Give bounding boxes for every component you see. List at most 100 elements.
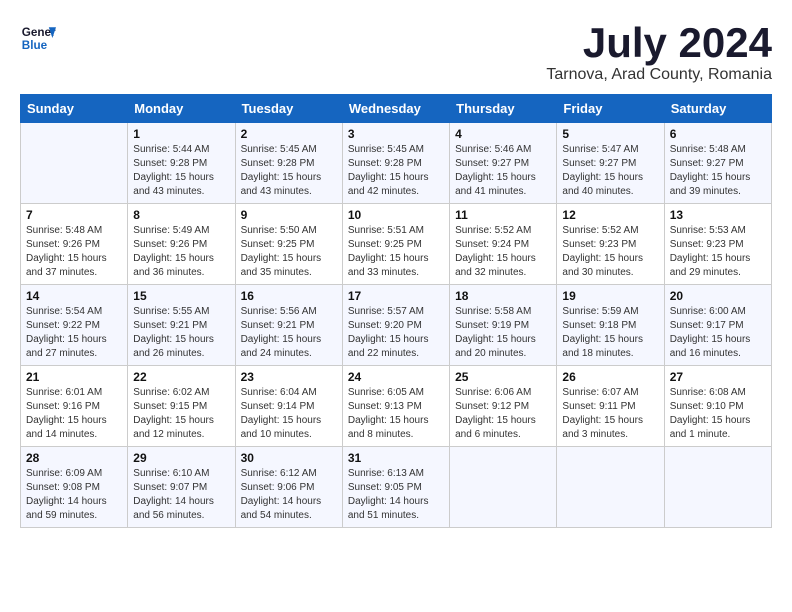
- calendar-cell: 25 Sunrise: 6:06 AMSunset: 9:12 PMDaylig…: [450, 366, 557, 447]
- day-number: 15: [133, 289, 229, 303]
- day-info: Sunrise: 6:04 AMSunset: 9:14 PMDaylight:…: [241, 386, 337, 442]
- day-number: 6: [670, 127, 766, 141]
- day-number: 4: [455, 127, 551, 141]
- day-number: 1: [133, 127, 229, 141]
- day-number: 13: [670, 208, 766, 222]
- calendar-cell: 27 Sunrise: 6:08 AMSunset: 9:10 PMDaylig…: [664, 366, 771, 447]
- day-info: Sunrise: 5:59 AMSunset: 9:18 PMDaylight:…: [562, 305, 658, 361]
- day-number: 26: [562, 370, 658, 384]
- day-number: 9: [241, 208, 337, 222]
- calendar-cell: [21, 123, 128, 204]
- day-info: Sunrise: 5:52 AMSunset: 9:24 PMDaylight:…: [455, 224, 551, 280]
- calendar-cell: 30 Sunrise: 6:12 AMSunset: 9:06 PMDaylig…: [235, 447, 342, 528]
- col-friday: Friday: [557, 95, 664, 123]
- calendar-cell: 19 Sunrise: 5:59 AMSunset: 9:18 PMDaylig…: [557, 285, 664, 366]
- col-tuesday: Tuesday: [235, 95, 342, 123]
- calendar-cell: 28 Sunrise: 6:09 AMSunset: 9:08 PMDaylig…: [21, 447, 128, 528]
- day-info: Sunrise: 5:45 AMSunset: 9:28 PMDaylight:…: [241, 143, 337, 199]
- day-info: Sunrise: 5:57 AMSunset: 9:20 PMDaylight:…: [348, 305, 444, 361]
- calendar-cell: 14 Sunrise: 5:54 AMSunset: 9:22 PMDaylig…: [21, 285, 128, 366]
- day-info: Sunrise: 5:50 AMSunset: 9:25 PMDaylight:…: [241, 224, 337, 280]
- day-info: Sunrise: 6:10 AMSunset: 9:07 PMDaylight:…: [133, 467, 229, 523]
- logo-icon: General Blue: [20, 20, 56, 56]
- calendar-cell: 17 Sunrise: 5:57 AMSunset: 9:20 PMDaylig…: [342, 285, 449, 366]
- header-row: Sunday Monday Tuesday Wednesday Thursday…: [21, 95, 772, 123]
- day-info: Sunrise: 5:54 AMSunset: 9:22 PMDaylight:…: [26, 305, 122, 361]
- day-number: 30: [241, 451, 337, 465]
- calendar-cell: 9 Sunrise: 5:50 AMSunset: 9:25 PMDayligh…: [235, 204, 342, 285]
- day-info: Sunrise: 6:06 AMSunset: 9:12 PMDaylight:…: [455, 386, 551, 442]
- day-info: Sunrise: 5:52 AMSunset: 9:23 PMDaylight:…: [562, 224, 658, 280]
- day-number: 8: [133, 208, 229, 222]
- calendar-cell: [450, 447, 557, 528]
- calendar-cell: 24 Sunrise: 6:05 AMSunset: 9:13 PMDaylig…: [342, 366, 449, 447]
- day-info: Sunrise: 5:51 AMSunset: 9:25 PMDaylight:…: [348, 224, 444, 280]
- week-row-1: 1 Sunrise: 5:44 AMSunset: 9:28 PMDayligh…: [21, 123, 772, 204]
- svg-text:Blue: Blue: [22, 39, 48, 52]
- day-number: 11: [455, 208, 551, 222]
- calendar-cell: 13 Sunrise: 5:53 AMSunset: 9:23 PMDaylig…: [664, 204, 771, 285]
- calendar-cell: 18 Sunrise: 5:58 AMSunset: 9:19 PMDaylig…: [450, 285, 557, 366]
- calendar-cell: [557, 447, 664, 528]
- calendar-cell: 8 Sunrise: 5:49 AMSunset: 9:26 PMDayligh…: [128, 204, 235, 285]
- day-info: Sunrise: 5:58 AMSunset: 9:19 PMDaylight:…: [455, 305, 551, 361]
- day-info: Sunrise: 6:07 AMSunset: 9:11 PMDaylight:…: [562, 386, 658, 442]
- day-number: 16: [241, 289, 337, 303]
- day-info: Sunrise: 5:49 AMSunset: 9:26 PMDaylight:…: [133, 224, 229, 280]
- day-number: 28: [26, 451, 122, 465]
- calendar-cell: 31 Sunrise: 6:13 AMSunset: 9:05 PMDaylig…: [342, 447, 449, 528]
- day-info: Sunrise: 6:05 AMSunset: 9:13 PMDaylight:…: [348, 386, 444, 442]
- day-info: Sunrise: 5:45 AMSunset: 9:28 PMDaylight:…: [348, 143, 444, 199]
- calendar-title: July 2024: [546, 20, 772, 66]
- calendar-cell: 20 Sunrise: 6:00 AMSunset: 9:17 PMDaylig…: [664, 285, 771, 366]
- day-number: 19: [562, 289, 658, 303]
- calendar-cell: [664, 447, 771, 528]
- day-number: 25: [455, 370, 551, 384]
- day-number: 18: [455, 289, 551, 303]
- day-info: Sunrise: 6:09 AMSunset: 9:08 PMDaylight:…: [26, 467, 122, 523]
- week-row-3: 14 Sunrise: 5:54 AMSunset: 9:22 PMDaylig…: [21, 285, 772, 366]
- day-info: Sunrise: 5:48 AMSunset: 9:27 PMDaylight:…: [670, 143, 766, 199]
- day-info: Sunrise: 6:01 AMSunset: 9:16 PMDaylight:…: [26, 386, 122, 442]
- calendar-cell: 2 Sunrise: 5:45 AMSunset: 9:28 PMDayligh…: [235, 123, 342, 204]
- day-info: Sunrise: 5:47 AMSunset: 9:27 PMDaylight:…: [562, 143, 658, 199]
- day-number: 23: [241, 370, 337, 384]
- calendar-cell: 21 Sunrise: 6:01 AMSunset: 9:16 PMDaylig…: [21, 366, 128, 447]
- logo: General Blue: [20, 20, 56, 56]
- week-row-4: 21 Sunrise: 6:01 AMSunset: 9:16 PMDaylig…: [21, 366, 772, 447]
- calendar-cell: 11 Sunrise: 5:52 AMSunset: 9:24 PMDaylig…: [450, 204, 557, 285]
- day-info: Sunrise: 5:55 AMSunset: 9:21 PMDaylight:…: [133, 305, 229, 361]
- day-number: 5: [562, 127, 658, 141]
- calendar-table: Sunday Monday Tuesday Wednesday Thursday…: [20, 94, 772, 528]
- day-number: 29: [133, 451, 229, 465]
- col-thursday: Thursday: [450, 95, 557, 123]
- calendar-cell: 5 Sunrise: 5:47 AMSunset: 9:27 PMDayligh…: [557, 123, 664, 204]
- calendar-cell: 29 Sunrise: 6:10 AMSunset: 9:07 PMDaylig…: [128, 447, 235, 528]
- calendar-cell: 22 Sunrise: 6:02 AMSunset: 9:15 PMDaylig…: [128, 366, 235, 447]
- day-number: 17: [348, 289, 444, 303]
- day-number: 7: [26, 208, 122, 222]
- calendar-cell: 1 Sunrise: 5:44 AMSunset: 9:28 PMDayligh…: [128, 123, 235, 204]
- day-info: Sunrise: 6:00 AMSunset: 9:17 PMDaylight:…: [670, 305, 766, 361]
- calendar-cell: 10 Sunrise: 5:51 AMSunset: 9:25 PMDaylig…: [342, 204, 449, 285]
- day-number: 12: [562, 208, 658, 222]
- calendar-cell: 15 Sunrise: 5:55 AMSunset: 9:21 PMDaylig…: [128, 285, 235, 366]
- header: General Blue July 2024 Tarnova, Arad Cou…: [20, 20, 772, 84]
- day-info: Sunrise: 6:08 AMSunset: 9:10 PMDaylight:…: [670, 386, 766, 442]
- col-sunday: Sunday: [21, 95, 128, 123]
- day-info: Sunrise: 5:48 AMSunset: 9:26 PMDaylight:…: [26, 224, 122, 280]
- day-info: Sunrise: 5:44 AMSunset: 9:28 PMDaylight:…: [133, 143, 229, 199]
- day-number: 27: [670, 370, 766, 384]
- page-container: General Blue July 2024 Tarnova, Arad Cou…: [20, 20, 772, 528]
- calendar-cell: 7 Sunrise: 5:48 AMSunset: 9:26 PMDayligh…: [21, 204, 128, 285]
- day-number: 24: [348, 370, 444, 384]
- title-area: July 2024 Tarnova, Arad County, Romania: [546, 20, 772, 84]
- week-row-5: 28 Sunrise: 6:09 AMSunset: 9:08 PMDaylig…: [21, 447, 772, 528]
- day-info: Sunrise: 5:56 AMSunset: 9:21 PMDaylight:…: [241, 305, 337, 361]
- col-wednesday: Wednesday: [342, 95, 449, 123]
- calendar-cell: 4 Sunrise: 5:46 AMSunset: 9:27 PMDayligh…: [450, 123, 557, 204]
- col-saturday: Saturday: [664, 95, 771, 123]
- day-number: 20: [670, 289, 766, 303]
- col-monday: Monday: [128, 95, 235, 123]
- day-number: 2: [241, 127, 337, 141]
